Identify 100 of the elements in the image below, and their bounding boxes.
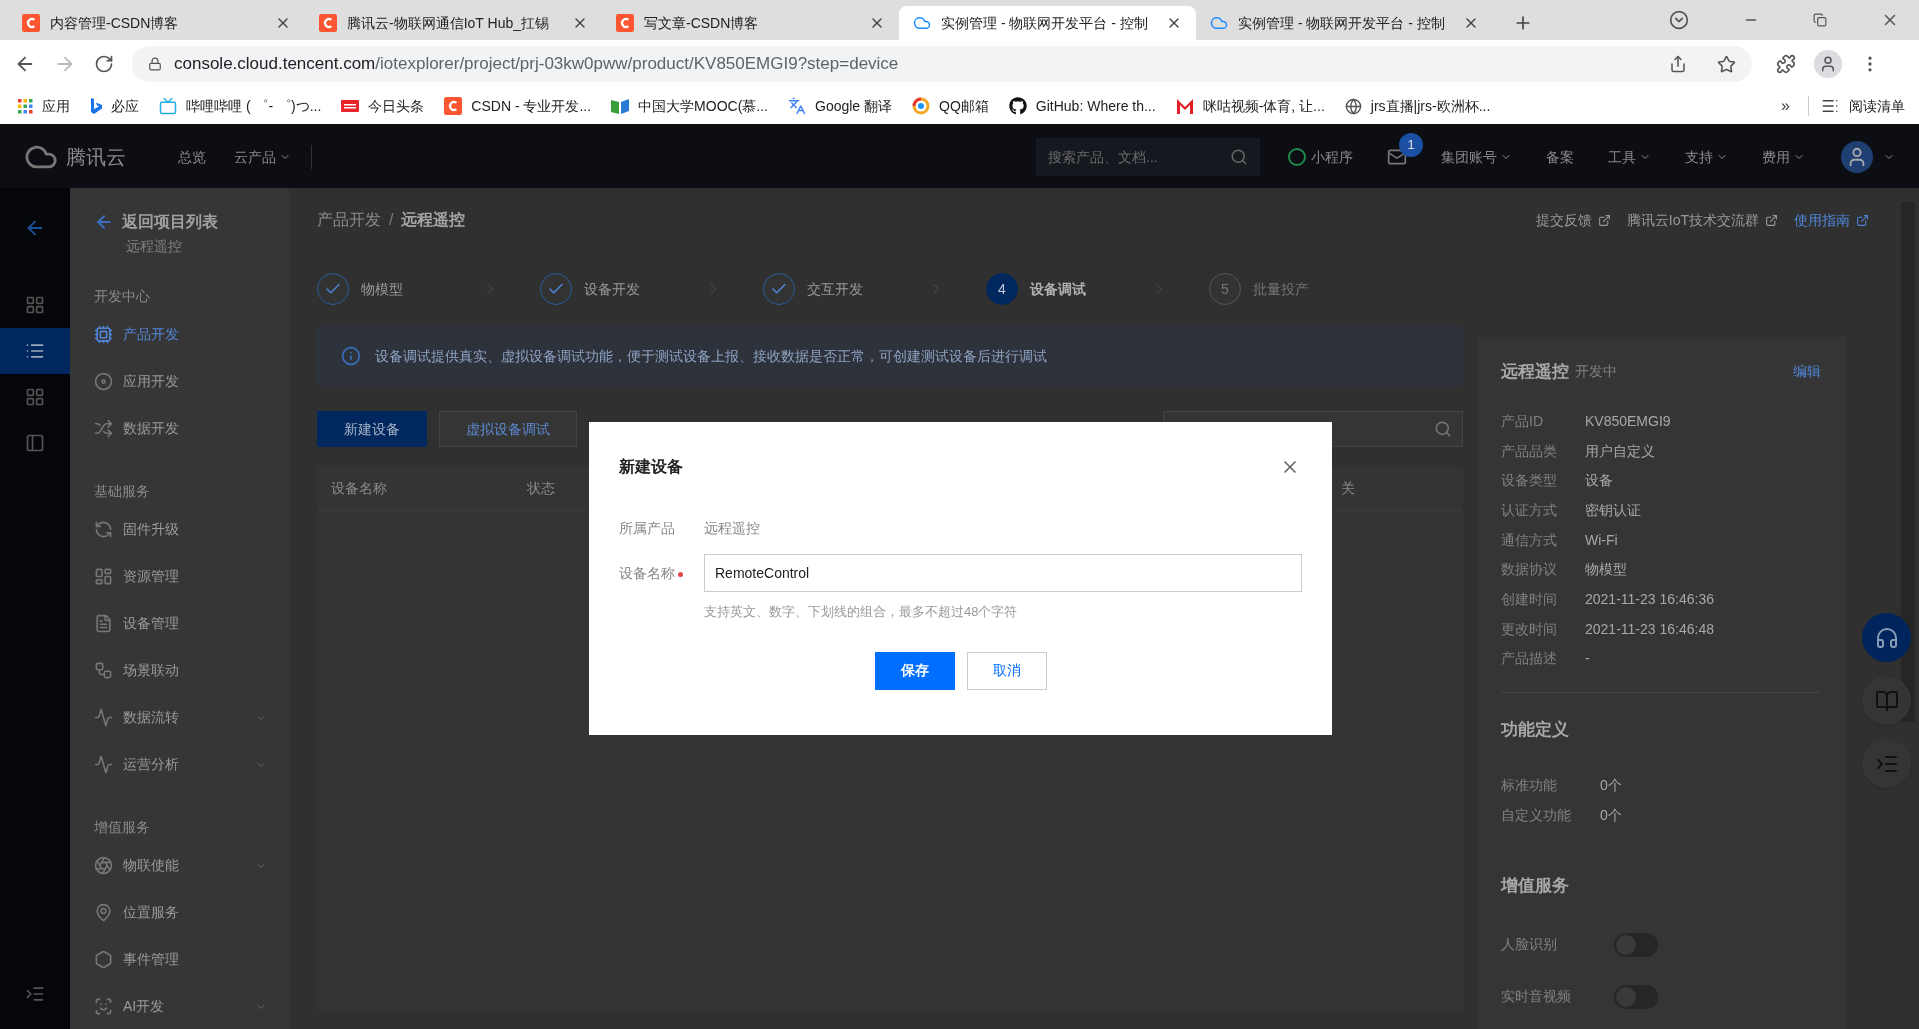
nav-menu[interactable]: 集团账号 [1441, 146, 1512, 168]
share-icon[interactable] [1669, 55, 1687, 73]
browser-tab[interactable]: 内容管理-CSDN博客 [8, 6, 305, 40]
service-label: 人脸识别 [1501, 935, 1558, 955]
more-bookmarks[interactable]: » [1781, 94, 1790, 118]
dialog-button[interactable]: 取消 [966, 651, 1047, 690]
field-label: 设备类型 [1501, 471, 1558, 491]
nav-menu[interactable]: 工具 [1608, 146, 1651, 168]
bookmark-item[interactable]: 哔哩哔哩 ( ゜- ゜)つ... [159, 95, 322, 117]
header-link[interactable]: 腾讯云IoT技术交流群 [1626, 209, 1778, 231]
field-label: 认证方式 [1501, 500, 1558, 520]
browser-tab[interactable]: 腾讯云-物联网通信IoT Hub_扛锡 [305, 6, 602, 40]
field-label: 通信方式 [1501, 530, 1558, 550]
sidebar-item[interactable]: 事件管理 [94, 936, 289, 983]
sidebar-item[interactable]: 运营分析 [94, 741, 289, 788]
extensions-icon[interactable] [1776, 54, 1796, 74]
bookmark-item[interactable]: jrs直播|jrs-欧洲杯... [1344, 95, 1491, 117]
tab-search-icon[interactable] [1669, 10, 1689, 30]
collapse-menu-icon[interactable] [25, 984, 45, 1004]
document-icon [94, 614, 113, 633]
sidebar-item[interactable]: 固件升级 [94, 506, 289, 553]
profile-avatar[interactable] [1814, 50, 1842, 78]
sidebar-item[interactable]: 产品开发 [94, 311, 289, 358]
step-label: 批量投产 [1253, 279, 1309, 299]
user-avatar[interactable] [1841, 141, 1873, 173]
header-link[interactable]: 提交反馈 [1535, 209, 1611, 231]
restore-icon[interactable] [1813, 13, 1827, 27]
mail-icon[interactable] [1387, 147, 1407, 167]
address-bar[interactable]: console.cloud.tencent.com/iotexplorer/project/prj-03kw0pww/product/KV850EMGI9?step=device [132, 46, 1752, 82]
bookmark-item[interactable]: Google 翻译 [788, 95, 893, 117]
device-name-field[interactable]: RemoteControl [704, 554, 1302, 592]
disc-icon [94, 372, 113, 391]
news-logo-icon [341, 100, 360, 112]
sidebar-item[interactable]: 资源管理 [94, 553, 289, 600]
sidebar-item[interactable]: 位置服务 [94, 889, 289, 936]
browser-tab[interactable]: 实例管理 - 物联网开发平台 - 控制 [1196, 6, 1493, 40]
form-label: 所属产品 [619, 518, 676, 538]
column-header: 设备名称 [331, 479, 388, 498]
mini-program-link[interactable]: 小程序 [1288, 146, 1353, 168]
dialog-button[interactable]: 保存 [874, 651, 955, 690]
bookmark-item[interactable]: GitHub: Where th... [1008, 95, 1156, 117]
ring-logo-icon [912, 97, 931, 115]
dashboard-icon [94, 567, 113, 586]
nav-link[interactable]: 总览 [178, 146, 206, 168]
browser-tab[interactable]: 实例管理 - 物联网开发平台 - 控制 [899, 6, 1196, 40]
list-icon [25, 341, 45, 361]
tab-title: 写文章-CSDN博客 [644, 13, 760, 33]
search-field[interactable]: 搜索产品、文档... [1036, 138, 1260, 176]
book-icon [611, 98, 630, 114]
reload-icon[interactable] [94, 54, 114, 74]
bookmark-item[interactable]: 中国大学MOOC(慕... [611, 95, 768, 117]
column-header: 状态 [527, 479, 556, 498]
form-label: 设备名称 [619, 563, 675, 583]
bookmark-item[interactable]: 咪咕视频-体育, 让... [1175, 95, 1325, 117]
sidebar-item[interactable]: 数据开发 [94, 405, 289, 452]
nav-menu[interactable]: 备案 [1546, 146, 1574, 168]
info-icon [341, 346, 361, 366]
bookmark-item[interactable]: CSDN - 专业开发... [444, 95, 592, 117]
search-icon[interactable] [1434, 420, 1452, 438]
sidebar-item[interactable]: 物联使能 [94, 842, 289, 889]
step-label: 物模型 [361, 279, 403, 299]
section-title: 开发中心 [94, 286, 151, 306]
field-value: 密钥认证 [1585, 500, 1641, 520]
pulse-icon [94, 708, 113, 727]
rail-item[interactable] [0, 328, 70, 374]
toolbar-button[interactable]: 新建设备 [317, 411, 427, 447]
field-value: KV850EMGI9 [1585, 411, 1671, 431]
browser-tab[interactable]: 写文章-CSDN博客 [602, 6, 899, 40]
breadcrumb-link[interactable]: 产品开发 [317, 208, 381, 232]
header-link[interactable]: 使用指南 [1794, 209, 1869, 231]
nav-link[interactable]: 云产品 [234, 146, 291, 168]
translate-icon [788, 97, 806, 115]
bookmark-item[interactable]: QQ邮箱 [912, 95, 989, 117]
bookmark-item[interactable]: 应用 [18, 95, 70, 117]
headset-icon [1874, 625, 1899, 650]
field-hint: 支持英文、数字、下划线的组合，最多不超过48个字符 [704, 603, 1019, 621]
sidebar-item[interactable]: AI开发 [94, 983, 289, 1029]
sidebar-item[interactable]: 数据流转 [94, 694, 289, 741]
bookmark-item[interactable]: 必应 [90, 95, 139, 117]
edit-link[interactable]: 编辑 [1793, 361, 1821, 383]
reading-list-button[interactable]: 阅读清单 [1821, 95, 1905, 117]
toolbar-button[interactable]: 虚拟设备调试 [439, 411, 577, 447]
sidebar-item[interactable]: 应用开发 [94, 358, 289, 405]
field-label: 产品品类 [1501, 441, 1558, 461]
sidebar-item[interactable]: 场景联动 [94, 647, 289, 694]
search-icon[interactable] [1230, 148, 1248, 166]
nav-menu[interactable]: 费用 [1762, 146, 1805, 168]
face-scan-icon [94, 997, 113, 1016]
aperture-icon [94, 856, 113, 875]
bookmark-star-icon[interactable] [1717, 54, 1736, 74]
product-status: 开发中 [1575, 362, 1617, 382]
field-label: 自定义功能 [1501, 805, 1572, 825]
back-link[interactable]: 返回项目列表 [94, 210, 289, 234]
sidebar-item[interactable]: 设备管理 [94, 600, 289, 647]
step-indicator: 5 [1209, 273, 1241, 305]
nav-menu[interactable]: 支持 [1685, 146, 1728, 168]
hexagon-icon [94, 950, 113, 969]
breadcrumb-separator: / [389, 210, 394, 230]
bookmark-item[interactable]: 今日头条 [341, 95, 425, 117]
external-link-icon [1597, 213, 1611, 227]
